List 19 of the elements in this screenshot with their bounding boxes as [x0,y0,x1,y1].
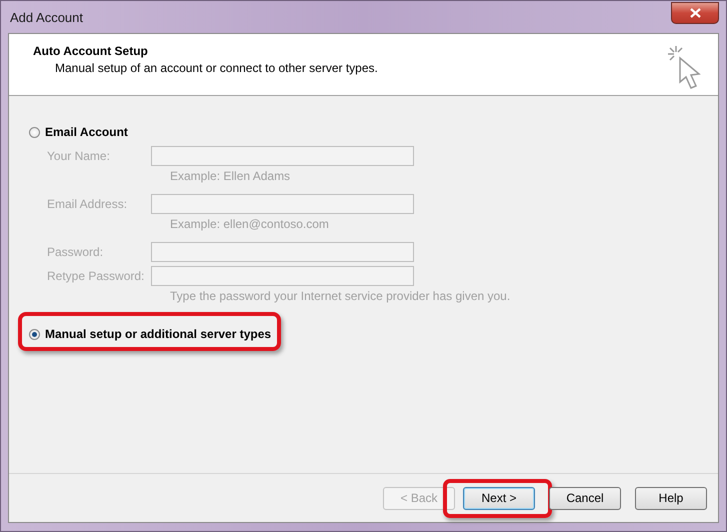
dialog-button[interactable]: Next > [463,486,535,510]
dialog-button[interactable]: Help [635,486,707,510]
header-title: Auto Account Setup [33,44,149,58]
hint-text: Example: Ellen Adams [170,168,292,184]
close-button[interactable] [671,2,719,24]
field-label: Email Address: [47,197,128,211]
radio-icon[interactable] [29,126,40,138]
close-icon [690,8,700,18]
header-subtitle: Manual setup of an account or connect to other server types. [54,61,378,75]
hint-text: Type the password your Internet service provider has given you. [170,288,512,304]
radio-option[interactable]: Email Account [29,122,128,142]
window-title: Add Account [9,10,83,24]
field-label: Password: [47,245,104,259]
radio-icon[interactable] [29,328,40,340]
radio-option[interactable]: Manual setup or additional server types [29,324,272,344]
hint-text: Example: ellen@contoso.com [170,216,330,232]
field-label: Your Name: [47,149,111,163]
dialog-button[interactable]: Cancel [549,486,621,510]
field-label: Retype Password: [47,269,146,283]
